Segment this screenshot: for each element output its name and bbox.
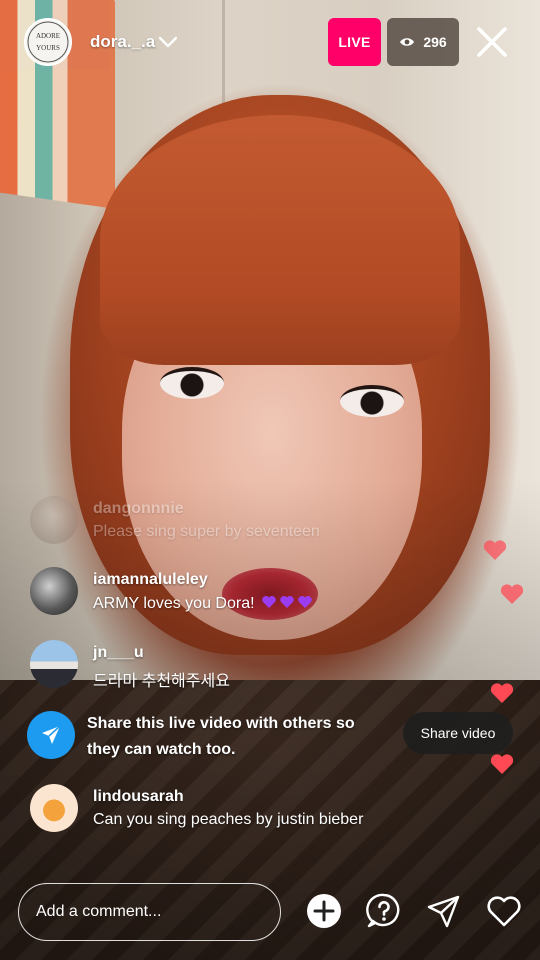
chevron-down-icon[interactable] [158,34,178,50]
svg-text:YOURS: YOURS [36,44,60,52]
share-prompt-text: Share this live video with others so the… [87,715,355,758]
add-comment-input[interactable]: Add a comment... [18,883,281,941]
comment-text: Can you sing peaches by justin bieber [93,811,364,828]
commenter-avatar[interactable] [30,784,78,832]
add-icon [307,894,341,928]
comment-item: jn___u 드라마 추천해주세요 [30,640,430,692]
purple-heart-icon [280,596,294,608]
comment-username[interactable]: iamannaluleley [93,571,208,589]
share-video-button[interactable]: Share video [403,712,513,754]
commenter-avatar[interactable] [30,640,78,688]
floating-heart-icon [500,584,524,604]
purple-heart-icon [262,596,276,608]
comment-username[interactable]: lindousarah [93,788,184,806]
add-comment-placeholder: Add a comment... [36,903,162,920]
commenter-avatar[interactable] [30,567,78,615]
avatar-logo-icon: ADORE YOURS [27,21,69,63]
comment-item: lindousarah Can you sing peaches by just… [30,784,430,836]
floating-heart-icon [490,754,514,774]
host-avatar[interactable]: ADORE YOURS [24,18,72,66]
video-person-eye-left [160,367,224,399]
eye-icon [400,38,415,46]
question-icon [366,893,400,928]
live-video-stage: ADORE YOURS dora._.a LIVE 296 dangonnnie… [0,0,540,960]
comment-username[interactable]: jn___u [93,644,144,662]
share-icon-circle [27,711,75,759]
commenter-avatar[interactable] [30,496,78,544]
ask-question-button[interactable] [365,892,403,930]
comment-text: 드라마 추천해주세요 [93,673,230,690]
close-icon[interactable] [474,24,510,60]
svg-text:ADORE: ADORE [36,32,60,40]
floating-heart-icon [483,540,507,560]
live-header: ADORE YOURS dora._.a LIVE 296 [0,0,540,86]
host-username[interactable]: dora._.a [90,32,155,52]
heart-icon [487,896,521,927]
comment-username[interactable]: dangonnnie [93,500,184,518]
paper-plane-icon [42,725,61,744]
comment-item: dangonnnie Please sing super by seventee… [30,496,430,548]
viewer-count: 296 [423,34,447,50]
comment-text: Please sing super by seventeen [93,523,320,540]
floating-heart-icon [490,683,514,703]
add-button[interactable] [305,892,343,930]
comment-item: iamannaluleley ARMY loves you Dora! [30,567,430,619]
video-person-bangs [100,115,460,365]
send-button[interactable] [425,892,463,930]
send-icon [427,895,460,928]
purple-heart-icon [298,596,312,608]
like-button[interactable] [485,892,523,930]
comment-text-wrapper: ARMY loves you Dora! [93,594,313,613]
comment-text: ARMY loves you Dora! [93,595,255,612]
viewer-count-badge[interactable]: 296 [387,18,459,66]
video-person-eye-right [340,385,404,417]
live-badge: LIVE [328,18,381,66]
share-live-prompt: Share this live video with others so the… [27,710,397,764]
